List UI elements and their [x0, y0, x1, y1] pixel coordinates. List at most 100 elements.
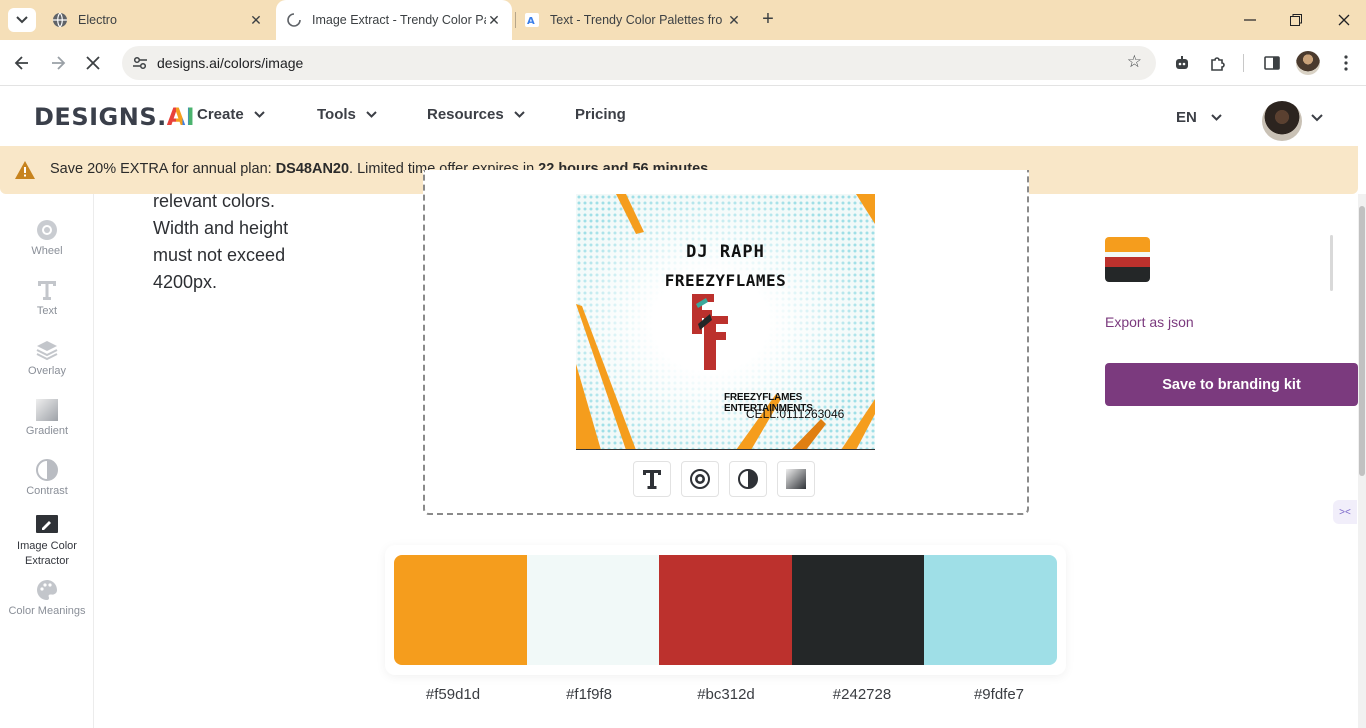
scrollbar-thumb[interactable] — [1359, 206, 1365, 476]
chevron-down-icon — [1211, 114, 1222, 121]
sidebar-item-text[interactable]: Text — [0, 278, 94, 317]
logo-ai-text: AI — [166, 103, 196, 131]
designs-ai-favicon-icon: A — [524, 12, 540, 28]
toolbar-separator — [1243, 54, 1244, 72]
site-header: DESIGNS.AI Create Tools Resources Pricin… — [0, 86, 1366, 146]
sidebar-item-gradient[interactable]: Gradient — [0, 398, 94, 437]
site-settings-icon[interactable] — [130, 53, 150, 73]
sidebar-item-label: Color Meanings — [8, 605, 86, 617]
language-label: EN — [1176, 109, 1197, 126]
sidebar-item-image-color-extractor[interactable]: Image Color Extractor — [0, 512, 94, 569]
close-icon[interactable]: ✕ — [248, 12, 264, 28]
mini-swatch — [1105, 267, 1150, 282]
browser-tab-text[interactable]: A Text - Trendy Color Palettes fro ✕ — [518, 6, 748, 34]
arrow-right-icon — [52, 56, 66, 70]
contrast-icon — [35, 458, 59, 482]
gradient-tool-button[interactable] — [777, 461, 815, 497]
layers-icon — [35, 338, 59, 362]
stop-loading-button[interactable] — [81, 51, 105, 75]
palette-hex-3: #bc312d — [697, 686, 755, 703]
chevron-down-icon — [16, 16, 28, 24]
page-scrollbar[interactable] — [1358, 194, 1366, 728]
sidebar-item-contrast[interactable]: Contrast — [0, 458, 94, 497]
restore-button[interactable] — [1286, 10, 1306, 30]
saved-palette-thumbnail[interactable] — [1105, 237, 1150, 282]
palette-hex-2: #f1f9f8 — [566, 686, 612, 703]
panel-scrollbar[interactable] — [1330, 235, 1333, 291]
sidebar-item-label: Wheel — [31, 245, 63, 257]
chevron-down-icon — [253, 111, 265, 118]
close-window-button[interactable] — [1334, 10, 1354, 30]
mini-swatch — [1105, 237, 1150, 252]
loading-spinner-icon — [286, 12, 302, 28]
minimize-button[interactable] — [1240, 10, 1260, 30]
extensions-puzzle-icon[interactable] — [1207, 52, 1229, 74]
address-bar[interactable]: designs.ai/colors/image ☆ — [122, 46, 1156, 80]
promo-prefix: Save 20% EXTRA for annual plan: — [50, 161, 276, 177]
flyer-cell: CELL:0111263046 — [746, 407, 845, 421]
language-selector[interactable]: EN — [1176, 109, 1222, 126]
gradient-icon — [35, 398, 59, 422]
tab-title: Electro — [78, 13, 117, 27]
browser-tab-electro[interactable]: Electro ✕ — [46, 6, 270, 34]
palette-swatch-2[interactable] — [527, 555, 659, 665]
mini-swatch — [1105, 257, 1150, 267]
palette-icon — [35, 578, 59, 602]
svg-text:A: A — [527, 16, 535, 27]
palette-swatch-1[interactable] — [394, 555, 527, 665]
nav-tools[interactable]: Tools — [317, 106, 377, 123]
user-avatar[interactable] — [1262, 101, 1302, 141]
palette-hex-5: #9fdfe7 — [973, 686, 1025, 703]
close-icon — [1338, 14, 1350, 26]
warning-icon — [15, 161, 35, 179]
close-icon[interactable]: ✕ — [486, 12, 502, 28]
contrast-tool-icon — [738, 469, 758, 489]
text-icon — [35, 278, 59, 302]
export-json-link[interactable]: Export as json — [1105, 314, 1194, 330]
side-panel-icon[interactable] — [1261, 52, 1283, 74]
designs-ai-logo[interactable]: DESIGNS.AI — [34, 103, 195, 131]
browser-tab-image-extract[interactable]: Image Extract - Trendy Color Pa ✕ — [276, 0, 512, 40]
upload-instructions: relevant colors. Width and height must n… — [153, 191, 289, 292]
sidebar-item-label: Text — [36, 305, 58, 317]
sidebar-item-label: Contrast — [26, 485, 68, 497]
palette-swatch-5[interactable] — [924, 555, 1057, 665]
text-tool-button[interactable] — [633, 461, 671, 497]
text-tool-icon — [643, 470, 661, 489]
nav-tools-label: Tools — [317, 106, 356, 123]
bookmark-star-icon[interactable]: ☆ — [1127, 52, 1142, 72]
more-menu-icon[interactable] — [1335, 52, 1357, 74]
tab-separator — [515, 12, 516, 28]
contrast-tool-button[interactable] — [729, 461, 767, 497]
save-to-branding-kit-button[interactable]: Save to branding kit — [1105, 363, 1358, 406]
chevron-down-icon[interactable] — [1311, 114, 1323, 122]
forward-button[interactable] — [46, 51, 70, 75]
sidebar-item-overlay[interactable]: Overlay — [0, 338, 94, 377]
color-picker-icon — [35, 512, 59, 536]
gradient-tool-icon — [786, 469, 806, 489]
url-text: designs.ai/colors/image — [157, 55, 304, 71]
palette-swatch-3[interactable] — [659, 555, 792, 665]
restore-icon — [1290, 14, 1302, 26]
copilot-icon[interactable] — [1171, 52, 1193, 74]
palette-swatch-4[interactable] — [792, 555, 924, 665]
nav-pricing[interactable]: Pricing — [575, 106, 626, 123]
sidebar-item-label: Overlay — [28, 365, 66, 377]
close-icon[interactable]: ✕ — [726, 12, 742, 28]
new-tab-button[interactable]: + — [758, 9, 778, 30]
wheel-icon — [35, 218, 59, 242]
sidebar-item-color-meanings[interactable]: Color Meanings — [0, 578, 94, 617]
flyer-line1: DJ RAPH — [686, 242, 765, 262]
promo-code: DS48AN20 — [275, 161, 350, 177]
sidebar-item-wheel[interactable]: Wheel — [0, 218, 94, 257]
close-icon — [86, 56, 100, 70]
nav-create[interactable]: Create — [197, 106, 265, 123]
collapse-widget-icon[interactable]: >< — [1333, 500, 1357, 524]
nav-resources[interactable]: Resources — [427, 106, 525, 123]
wheel-tool-button[interactable] — [681, 461, 719, 497]
sidebar-item-label: Image Color Extractor — [17, 540, 77, 567]
tab-search-button[interactable] — [8, 8, 36, 32]
browser-profile-avatar[interactable] — [1296, 51, 1320, 75]
browser-toolbar: designs.ai/colors/image ☆ — [0, 40, 1366, 86]
back-button[interactable] — [10, 51, 34, 75]
